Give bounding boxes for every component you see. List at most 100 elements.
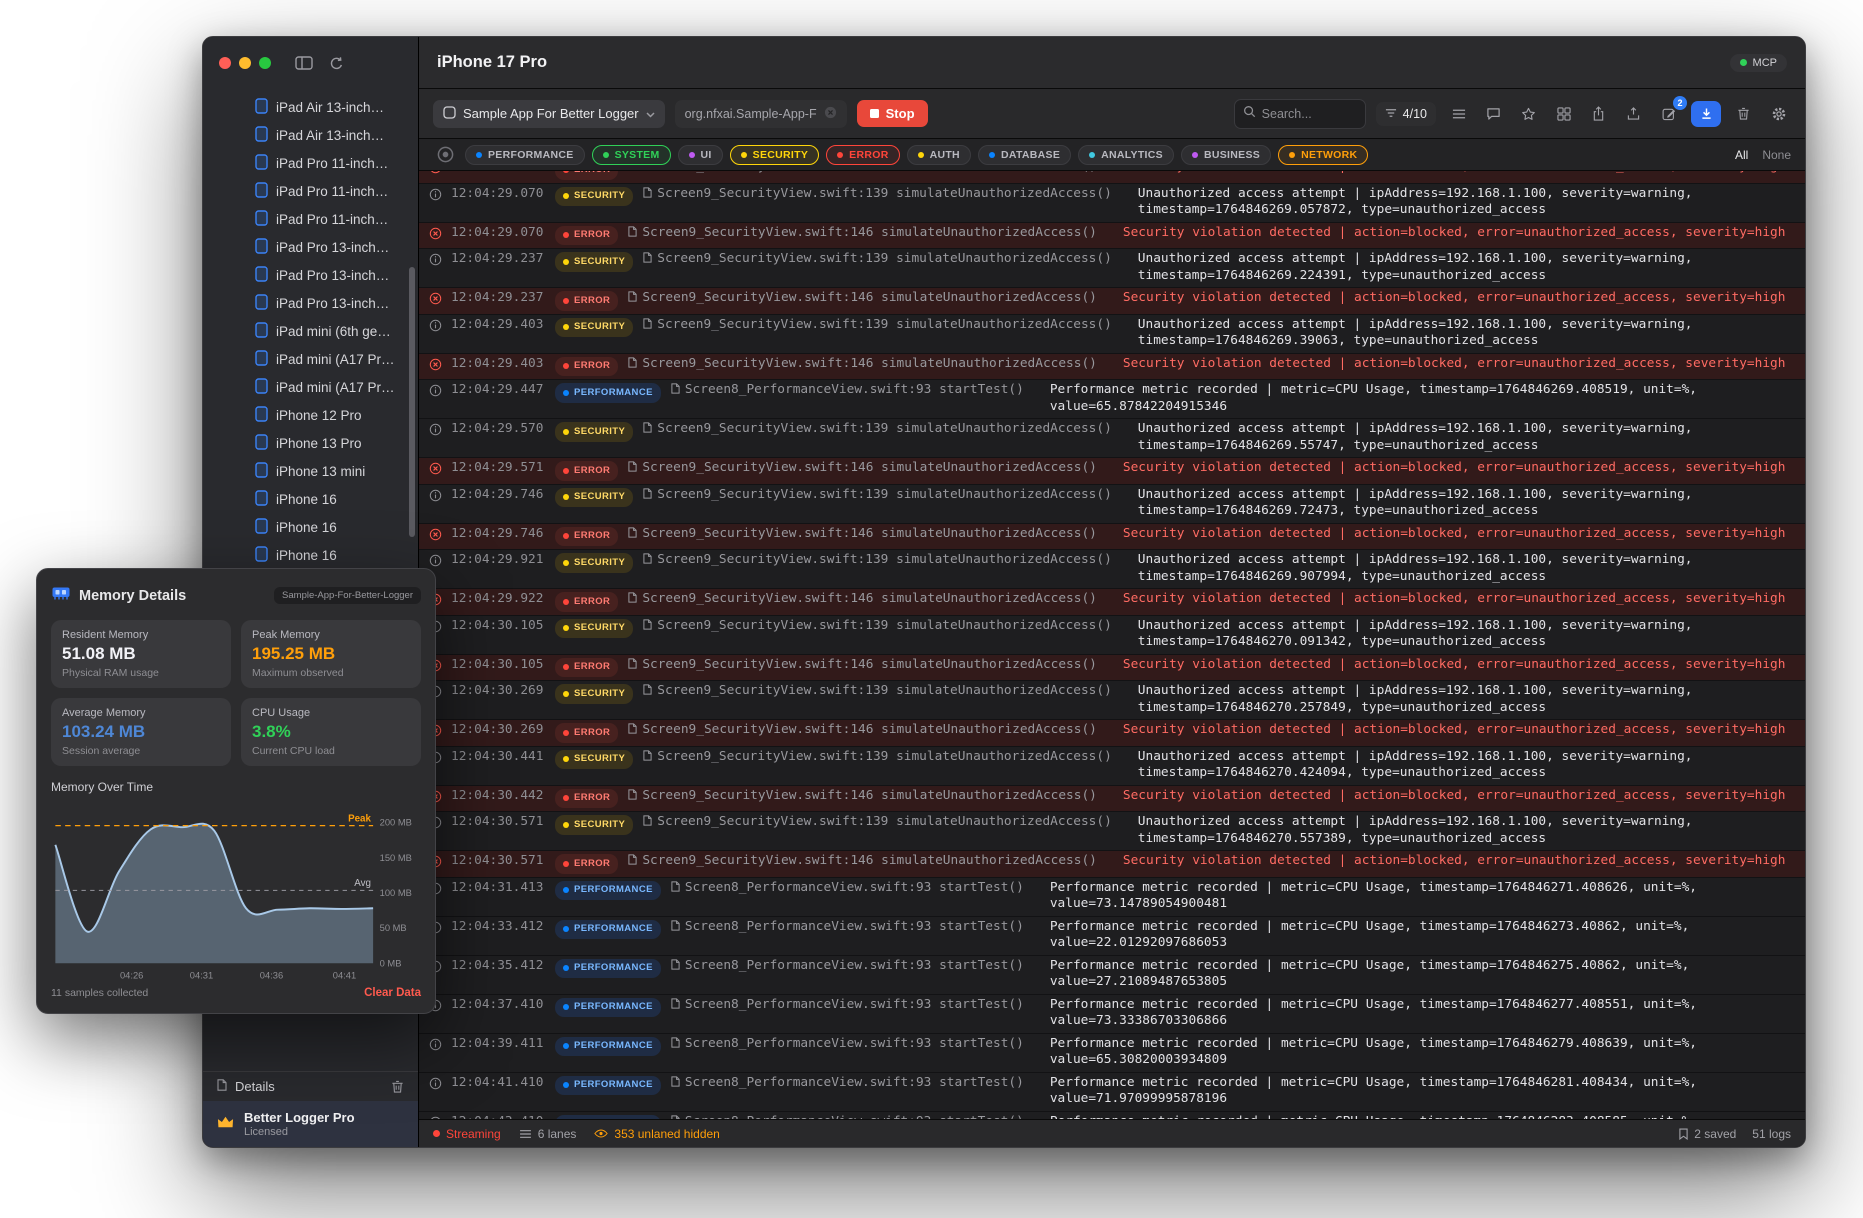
sidebar-device-item[interactable]: iPad Pro 11-inch…: [203, 177, 418, 205]
sidebar-device-item[interactable]: iPhone 13 Pro: [203, 429, 418, 457]
log-message: Security violation detected | action=blo…: [1123, 460, 1791, 477]
grid-view-button[interactable]: [1551, 101, 1576, 126]
sidebar-device-item[interactable]: iPad Pro 11-inch…: [203, 149, 418, 177]
chip-dot: [603, 152, 609, 158]
sidebar-device-item[interactable]: iPhone 16: [203, 541, 418, 569]
source-file-icon: [671, 1037, 680, 1048]
sidebar-device-item[interactable]: iPhone 13 mini: [203, 457, 418, 485]
log-row[interactable]: 12:04:29.570 SECURITY Screen9_SecurityVi…: [419, 419, 1805, 458]
category-chip[interactable]: BUSINESS: [1181, 145, 1271, 165]
log-row[interactable]: 12:04:30.442 ERROR Screen9_SecurityView.…: [419, 786, 1805, 813]
category-chip[interactable]: SYSTEM: [592, 145, 671, 165]
sidebar-scrollbar[interactable]: [409, 267, 415, 537]
sidebar-device-item[interactable]: iPhone 16: [203, 513, 418, 541]
sidebar-device-item[interactable]: iPad mini (A17 Pr…: [203, 373, 418, 401]
category-chip[interactable]: DATABASE: [978, 145, 1071, 165]
remove-bundle-icon[interactable]: [824, 106, 837, 122]
popover-footer: 11 samples collected Clear Data: [51, 987, 421, 999]
category-chip[interactable]: PERFORMANCE: [465, 145, 585, 165]
bundle-id-tag[interactable]: org.nfxai.Sample-App-F: [675, 100, 847, 128]
badge-label: SECURITY: [574, 424, 625, 441]
log-row[interactable]: 12:04:29.746 SECURITY Screen9_SecurityVi…: [419, 485, 1805, 524]
favorites-star-button[interactable]: [1516, 101, 1541, 126]
clear-logs-trash-button[interactable]: [1731, 101, 1756, 126]
sidebar-device-item[interactable]: iPhone 16: [203, 485, 418, 513]
log-row[interactable]: 12:04:39.411 PERFORMANCE Screen8_Perform…: [419, 1034, 1805, 1073]
log-row[interactable]: 12:04:29.237 SECURITY Screen9_SecurityVi…: [419, 249, 1805, 288]
minimize-window-button[interactable]: [239, 57, 251, 69]
refresh-icon[interactable]: [329, 56, 344, 71]
sidebar-toggle-icon[interactable]: [295, 56, 313, 70]
comments-button[interactable]: [1481, 101, 1506, 126]
log-row[interactable]: 12:04:30.571 SECURITY Screen9_SecurityVi…: [419, 812, 1805, 851]
lanes-status[interactable]: 6 lanes: [519, 1127, 577, 1141]
log-row[interactable]: 12:04:30.105 ERROR Screen9_SecurityView.…: [419, 655, 1805, 682]
log-row[interactable]: 12:04:30.441 SECURITY Screen9_SecurityVi…: [419, 747, 1805, 786]
app-selector-button[interactable]: Sample App For Better Logger: [433, 100, 665, 128]
sidebar-device-item[interactable]: iPad Pro 13-inch…: [203, 233, 418, 261]
sidebar-device-item[interactable]: iPad Pro 13-inch…: [203, 289, 418, 317]
badge-label: ERROR: [574, 594, 610, 611]
mcp-badge[interactable]: MCP: [1730, 54, 1787, 72]
settings-gear-button[interactable]: [1766, 101, 1791, 126]
close-window-button[interactable]: [219, 57, 231, 69]
log-row[interactable]: 12:04:29.571 ERROR Screen9_SecurityView.…: [419, 458, 1805, 485]
log-row[interactable]: 12:04:29.403 ERROR Screen9_SecurityView.…: [419, 354, 1805, 381]
select-none-button[interactable]: None: [1762, 148, 1791, 162]
log-row[interactable]: 12:04:29.746 ERROR Screen9_SecurityView.…: [419, 524, 1805, 551]
log-row[interactable]: 12:04:43.410 PERFORMANCE Screen8_Perform…: [419, 1112, 1805, 1120]
log-row[interactable]: 12:04:41.410 PERFORMANCE Screen8_Perform…: [419, 1073, 1805, 1112]
sidebar-device-item[interactable]: iPad Air 13-inch…: [203, 121, 418, 149]
autoscroll-button[interactable]: [1691, 101, 1721, 127]
trash-icon[interactable]: [391, 1080, 404, 1094]
log-row[interactable]: 12:04:33.412 PERFORMANCE Screen8_Perform…: [419, 917, 1805, 956]
select-all-button[interactable]: All: [1735, 148, 1748, 162]
log-row[interactable]: 12:04:30.105 SECURITY Screen9_SecurityVi…: [419, 616, 1805, 655]
category-chip[interactable]: SECURITY: [730, 145, 820, 165]
zoom-window-button[interactable]: [259, 57, 271, 69]
sidebar-device-item[interactable]: iPhone 12 Pro: [203, 401, 418, 429]
unlaned-hidden-status[interactable]: 353 unlaned hidden: [594, 1127, 719, 1141]
category-chip[interactable]: ANALYTICS: [1078, 145, 1174, 165]
pro-banner[interactable]: Better Logger Pro Licensed: [203, 1101, 418, 1147]
info-icon: [429, 423, 442, 436]
filter-count-button[interactable]: 4/10: [1376, 102, 1436, 126]
category-chip[interactable]: ERROR: [826, 145, 899, 165]
sidebar-device-item[interactable]: iPad mini (A17 Pr…: [203, 345, 418, 373]
stop-button[interactable]: Stop: [857, 100, 928, 127]
search-input[interactable]: [1262, 107, 1357, 121]
share-button[interactable]: [1586, 101, 1611, 126]
log-row[interactable]: 12:04:29.921 SECURITY Screen9_SecurityVi…: [419, 550, 1805, 589]
lanes-view-button[interactable]: [1446, 101, 1471, 126]
saved-logs-status[interactable]: 2 saved: [1679, 1127, 1736, 1141]
details-button[interactable]: Details: [203, 1071, 418, 1101]
log-row[interactable]: 12:04:30.269 ERROR Screen9_SecurityView.…: [419, 720, 1805, 747]
sidebar-device-item[interactable]: iPad Pro 13-inch…: [203, 261, 418, 289]
log-row[interactable]: 12:04:30.269 SECURITY Screen9_SecurityVi…: [419, 681, 1805, 720]
log-row[interactable]: 12:04:29.403 SECURITY Screen9_SecurityVi…: [419, 315, 1805, 354]
log-row[interactable]: 12:04:31.413 PERFORMANCE Screen8_Perform…: [419, 878, 1805, 917]
log-row[interactable]: 12:04:29.070 ERROR Screen9_SecurityView.…: [419, 223, 1805, 250]
log-row[interactable]: 12:04:35.412 PERFORMANCE Screen8_Perform…: [419, 956, 1805, 995]
export-button[interactable]: [1621, 101, 1646, 126]
category-chip[interactable]: NETWORK: [1278, 145, 1368, 165]
category-chip[interactable]: AUTH: [907, 145, 971, 165]
log-row[interactable]: ERROR Screen9_SecurityView.swift:146 sim…: [419, 171, 1805, 184]
log-row[interactable]: 12:04:29.447 PERFORMANCE Screen8_Perform…: [419, 380, 1805, 419]
sidebar-device-item[interactable]: iPad Pro 11-inch…: [203, 205, 418, 233]
log-list[interactable]: ERROR Screen9_SecurityView.swift:146 sim…: [419, 171, 1805, 1119]
sidebar-device-item[interactable]: iPad Air 13-inch…: [203, 93, 418, 121]
chip-label: UI: [701, 149, 712, 161]
category-circle-icon[interactable]: [433, 142, 458, 167]
log-row[interactable]: 12:04:30.571 ERROR Screen9_SecurityView.…: [419, 851, 1805, 878]
log-row[interactable]: 12:04:29.070 SECURITY Screen9_SecurityVi…: [419, 184, 1805, 223]
category-chip[interactable]: UI: [678, 145, 723, 165]
log-row[interactable]: 12:04:37.410 PERFORMANCE Screen8_Perform…: [419, 995, 1805, 1034]
compose-button[interactable]: 2: [1656, 101, 1681, 126]
clear-data-button[interactable]: Clear Data: [364, 987, 421, 999]
search-field[interactable]: [1234, 99, 1366, 129]
log-row[interactable]: 12:04:29.922 ERROR Screen9_SecurityView.…: [419, 589, 1805, 616]
sidebar-device-item[interactable]: iPad mini (6th ge…: [203, 317, 418, 345]
log-row[interactable]: 12:04:29.237 ERROR Screen9_SecurityView.…: [419, 288, 1805, 315]
device-label: iPhone 13 mini: [276, 464, 365, 479]
